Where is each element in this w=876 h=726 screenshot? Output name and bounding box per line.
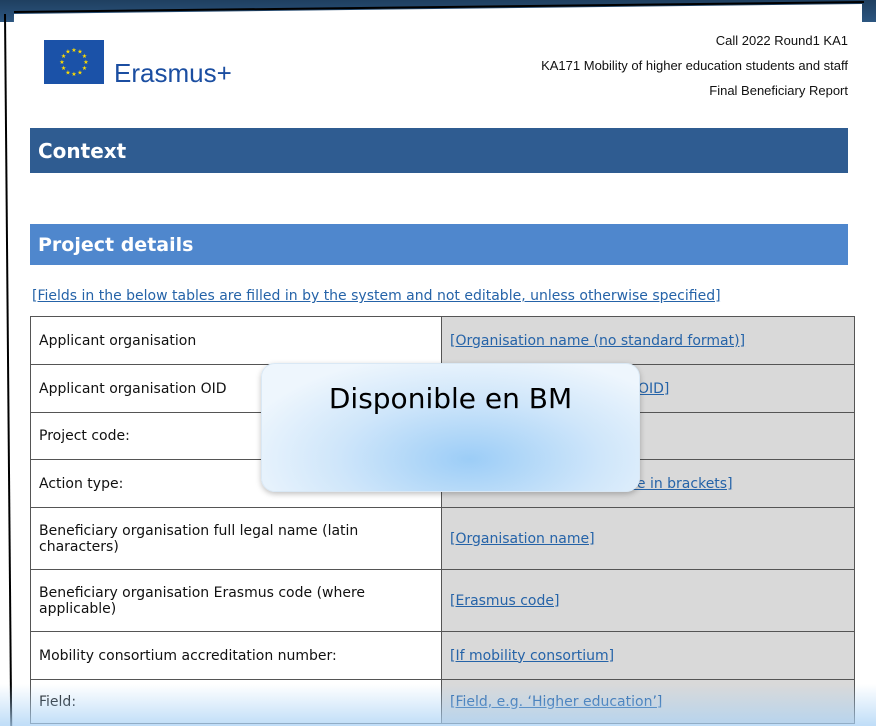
call-label: Call 2022 Round1 KA1 bbox=[715, 33, 848, 48]
row-label: Applicant organisation bbox=[30, 316, 442, 365]
document-meta: Call 2022 Round1 KA1 KA171 Mobility of h… bbox=[541, 28, 848, 103]
action-label: KA171 Mobility of higher education stude… bbox=[541, 58, 848, 73]
svg-text:★: ★ bbox=[71, 47, 76, 54]
svg-text:★: ★ bbox=[65, 49, 70, 56]
table-row: Field: [Field, e.g. ‘Higher education’] bbox=[30, 679, 855, 724]
table-row: Mobility consortium accreditation number… bbox=[30, 631, 855, 680]
row-label: Beneficiary organisation full legal name… bbox=[30, 507, 442, 570]
row-value-text[interactable]: de in brackets] bbox=[628, 476, 733, 492]
svg-text:★: ★ bbox=[59, 59, 64, 66]
brand-name: Erasmus+ bbox=[114, 58, 232, 88]
row-value-link[interactable]: [Erasmus code] bbox=[441, 569, 855, 632]
row-value-link[interactable]: [Field, e.g. ‘Higher education’] bbox=[441, 679, 855, 724]
page-left-edge bbox=[4, 13, 13, 726]
section-heading-context: Context bbox=[30, 128, 848, 173]
svg-text:★: ★ bbox=[61, 65, 66, 72]
table-row: Applicant organisation [Organisation nam… bbox=[30, 316, 855, 365]
row-label: Beneficiary organisation Erasmus code (w… bbox=[30, 569, 442, 632]
row-value-link[interactable]: [If mobility consortium] bbox=[441, 631, 855, 680]
fields-note: [Fields in the below tables are filled i… bbox=[32, 288, 721, 304]
table-row: Beneficiary organisation Erasmus code (w… bbox=[30, 569, 855, 632]
row-value-text[interactable]: OID] bbox=[638, 381, 669, 397]
eu-flag-logo: ★ ★ ★ ★ ★ ★ ★ ★ ★ ★ ★ ★ bbox=[44, 40, 104, 84]
row-label: Mobility consortium accreditation number… bbox=[30, 631, 442, 680]
row-value-link[interactable]: [Organisation name] bbox=[441, 507, 855, 570]
svg-text:★: ★ bbox=[77, 69, 82, 76]
report-label: Final Beneficiary Report bbox=[709, 83, 848, 98]
section-heading-project-details: Project details bbox=[30, 224, 848, 265]
callout-text: Disponible en BM bbox=[328, 382, 573, 415]
row-value-link[interactable]: [Organisation name (no standard format)] bbox=[441, 316, 855, 365]
table-row: Beneficiary organisation full legal name… bbox=[30, 507, 855, 570]
row-label: Field: bbox=[30, 679, 442, 724]
svg-text:★: ★ bbox=[71, 71, 76, 78]
availability-callout: Disponible en BM bbox=[261, 363, 640, 492]
